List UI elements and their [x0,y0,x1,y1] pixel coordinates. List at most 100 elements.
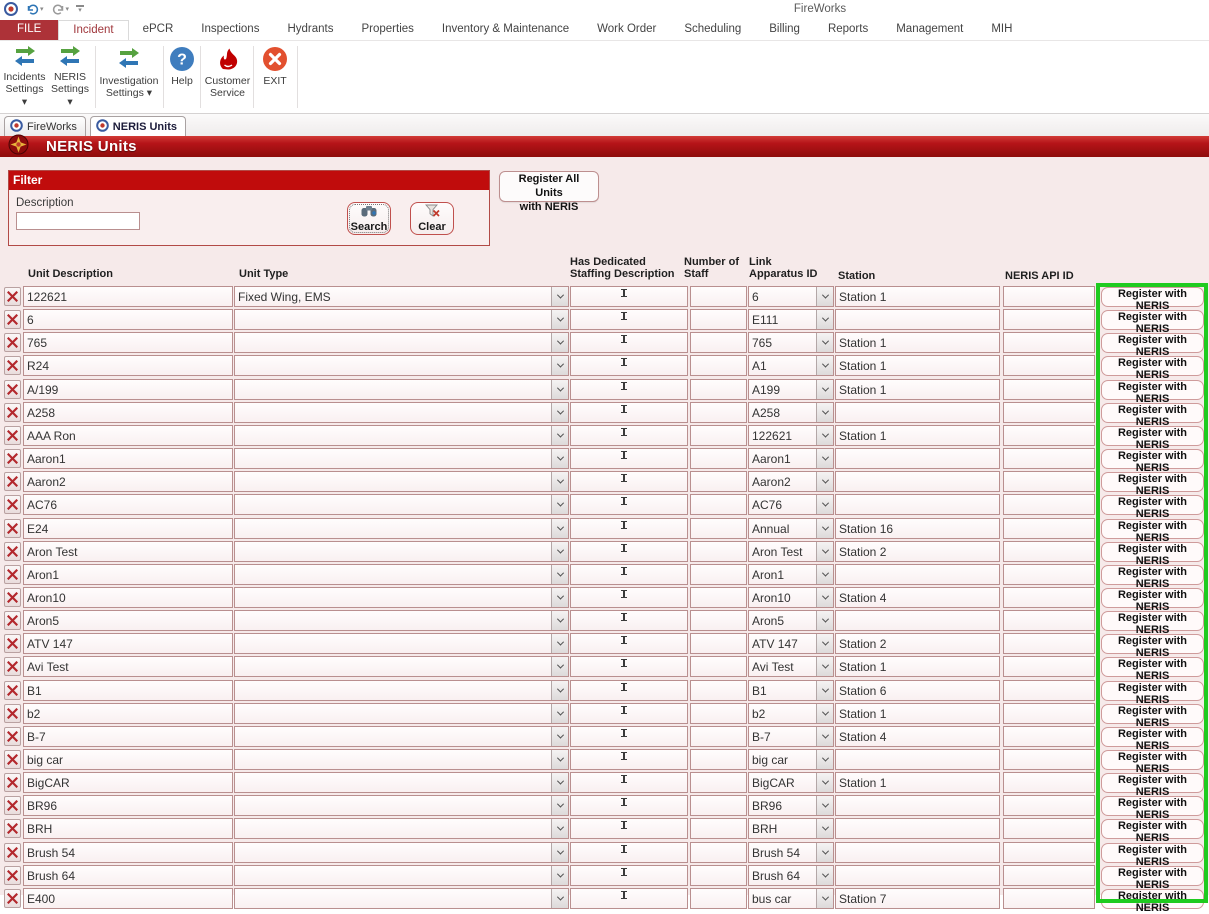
qat-customize-icon[interactable]: ▾ [76,5,84,13]
chevron-down-icon[interactable] [551,843,568,862]
staffing-description-input[interactable] [570,379,688,400]
staffing-description-input[interactable] [570,587,688,608]
number-of-staff-input[interactable] [690,332,747,353]
staffing-description-input[interactable] [570,818,688,839]
register-with-neris-button[interactable]: Register with NERIS [1101,727,1204,747]
chevron-down-icon[interactable] [816,403,833,422]
station-input[interactable]: Station 1 [835,355,1000,376]
station-input[interactable] [835,818,1000,839]
link-apparatus-id-select[interactable]: b2 [748,703,834,724]
register-with-neris-button[interactable]: Register with NERIS [1101,796,1204,816]
link-apparatus-id-select[interactable]: A199 [748,379,834,400]
unit-description-input[interactable]: 122621 [23,286,233,307]
chevron-down-icon[interactable] [816,519,833,538]
staffing-description-input[interactable] [570,494,688,515]
chevron-down-icon[interactable] [551,727,568,746]
chevron-down-icon[interactable] [551,449,568,468]
chevron-down-icon[interactable] [551,889,568,908]
delete-row-button[interactable] [4,380,21,399]
number-of-staff-input[interactable] [690,680,747,701]
description-input[interactable] [16,212,140,230]
link-apparatus-id-select[interactable]: 6 [748,286,834,307]
staffing-description-input[interactable] [570,680,688,701]
staffing-description-input[interactable] [570,610,688,631]
link-apparatus-id-select[interactable]: A1 [748,355,834,376]
number-of-staff-input[interactable] [690,795,747,816]
neris-api-id-input[interactable] [1003,726,1095,747]
unit-type-select[interactable] [234,772,569,793]
chevron-down-icon[interactable] [551,287,568,306]
unit-description-input[interactable]: B1 [23,680,233,701]
staffing-description-input[interactable] [570,795,688,816]
delete-row-button[interactable] [4,866,21,885]
register-with-neris-button[interactable]: Register with NERIS [1101,889,1204,909]
unit-description-input[interactable]: AAA Ron [23,425,233,446]
chevron-down-icon[interactable] [816,472,833,491]
ribbon-tab-scheduling[interactable]: Scheduling [670,20,755,40]
neris-api-id-input[interactable] [1003,286,1095,307]
delete-row-button[interactable] [4,472,21,491]
register-with-neris-button[interactable]: Register with NERIS [1101,565,1204,585]
chevron-down-icon[interactable] [816,542,833,561]
chevron-down-icon[interactable] [551,519,568,538]
help-button[interactable]: ?Help [166,44,198,108]
search-button[interactable]: Search [347,202,391,235]
station-input[interactable] [835,309,1000,330]
link-apparatus-id-select[interactable]: B1 [748,680,834,701]
number-of-staff-input[interactable] [690,610,747,631]
staffing-description-input[interactable] [570,471,688,492]
unit-type-select[interactable] [234,888,569,909]
chevron-down-icon[interactable] [551,403,568,422]
chevron-down-icon[interactable] [816,426,833,445]
chevron-down-icon[interactable] [816,588,833,607]
station-input[interactable]: Station 4 [835,587,1000,608]
chevron-down-icon[interactable] [816,773,833,792]
unit-description-input[interactable]: Aron1 [23,564,233,585]
register-with-neris-button[interactable]: Register with NERIS [1101,403,1204,423]
register-with-neris-button[interactable]: Register with NERIS [1101,843,1204,863]
staffing-description-input[interactable] [570,772,688,793]
chevron-down-icon[interactable] [816,866,833,885]
register-with-neris-button[interactable]: Register with NERIS [1101,611,1204,631]
station-input[interactable]: Station 1 [835,425,1000,446]
unit-type-select[interactable] [234,564,569,585]
chevron-down-icon[interactable] [816,657,833,676]
station-input[interactable] [835,749,1000,770]
staffing-description-input[interactable] [570,564,688,585]
number-of-staff-input[interactable] [690,355,747,376]
chevron-down-icon[interactable] [551,657,568,676]
neris-api-id-input[interactable] [1003,795,1095,816]
register-with-neris-button[interactable]: Register with NERIS [1101,380,1204,400]
chevron-down-icon[interactable] [816,819,833,838]
unit-description-input[interactable]: Avi Test [23,656,233,677]
unit-type-select[interactable] [234,332,569,353]
unit-description-input[interactable]: big car [23,749,233,770]
unit-type-select[interactable] [234,494,569,515]
neris-api-id-input[interactable] [1003,379,1095,400]
link-apparatus-id-select[interactable]: BRH [748,818,834,839]
chevron-down-icon[interactable] [551,565,568,584]
delete-row-button[interactable] [4,889,21,908]
station-input[interactable]: Station 2 [835,633,1000,654]
chevron-down-icon[interactable] [816,310,833,329]
chevron-down-icon[interactable] [816,843,833,862]
neris-api-id-input[interactable] [1003,818,1095,839]
delete-row-button[interactable] [4,843,21,862]
neris-api-id-input[interactable] [1003,587,1095,608]
number-of-staff-input[interactable] [690,772,747,793]
link-apparatus-id-select[interactable]: A258 [748,402,834,423]
staffing-description-input[interactable] [570,656,688,677]
register-with-neris-button[interactable]: Register with NERIS [1101,773,1204,793]
unit-description-input[interactable]: Aaron2 [23,471,233,492]
station-input[interactable]: Station 6 [835,680,1000,701]
staffing-description-input[interactable] [570,541,688,562]
link-apparatus-id-select[interactable]: E111 [748,309,834,330]
unit-description-input[interactable]: E400 [23,888,233,909]
delete-row-button[interactable] [4,681,21,700]
station-input[interactable] [835,448,1000,469]
number-of-staff-input[interactable] [690,309,747,330]
link-apparatus-id-select[interactable]: Aron5 [748,610,834,631]
link-apparatus-id-select[interactable]: bus car [748,888,834,909]
number-of-staff-input[interactable] [690,865,747,886]
station-input[interactable] [835,865,1000,886]
